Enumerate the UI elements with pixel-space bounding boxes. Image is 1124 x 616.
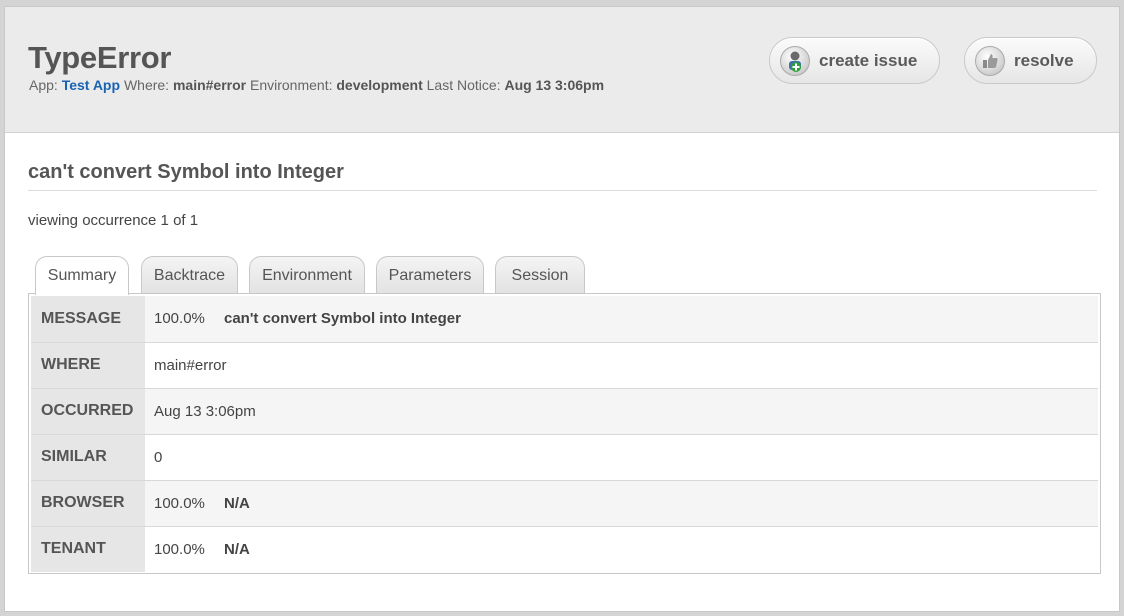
app-label: App: xyxy=(29,77,58,93)
resolve-label: resolve xyxy=(1014,50,1074,70)
row-value: 100.0% N/A xyxy=(145,526,1098,572)
table-row: WHERE main#error xyxy=(31,342,1098,388)
create-issue-button[interactable]: create issue xyxy=(769,37,940,84)
row-value-text: N/A xyxy=(224,540,250,558)
where-label: Where: xyxy=(123,77,170,93)
row-percent: 100.0% xyxy=(154,540,205,558)
environment-label: Environment: xyxy=(250,77,333,93)
row-key: WHERE xyxy=(31,342,145,388)
row-percent: 100.0% xyxy=(154,494,205,512)
error-page: TypeError App: Test App Where: main#erro… xyxy=(4,6,1120,612)
row-key: SIMILAR xyxy=(31,434,145,480)
row-value: 0 xyxy=(145,434,1098,480)
tab-session[interactable]: Session xyxy=(495,256,585,294)
row-key: TENANT xyxy=(31,526,145,572)
thumbs-up-icon xyxy=(975,45,1005,76)
last-notice-label: Last Notice: xyxy=(426,77,501,93)
row-value-text: N/A xyxy=(224,494,250,512)
summary-table: MESSAGE 100.0% can't convert Symbol into … xyxy=(28,293,1101,574)
table-row: MESSAGE 100.0% can't convert Symbol into … xyxy=(31,296,1098,342)
error-message-heading: can't convert Symbol into Integer xyxy=(28,161,344,183)
tab-backtrace[interactable]: Backtrace xyxy=(141,256,238,294)
tab-environment[interactable]: Environment xyxy=(249,256,365,294)
table-row: BROWSER 100.0% N/A xyxy=(31,480,1098,526)
row-value: 100.0% N/A xyxy=(145,480,1098,526)
row-value: Aug 13 3:06pm xyxy=(145,388,1098,434)
tab-parameters[interactable]: Parameters xyxy=(376,256,484,294)
divider xyxy=(28,190,1097,191)
row-key: BROWSER xyxy=(31,480,145,526)
create-issue-label: create issue xyxy=(819,50,918,70)
occurrence-counter: viewing occurrence 1 of 1 xyxy=(28,212,199,229)
person-add-icon xyxy=(780,45,810,76)
row-percent: 100.0% xyxy=(154,310,205,328)
table-row: TENANT 100.0% N/A xyxy=(31,526,1098,572)
error-title: TypeError xyxy=(28,40,172,75)
row-key: MESSAGE xyxy=(31,296,145,342)
resolve-button[interactable]: resolve xyxy=(964,37,1097,84)
row-value: 100.0% can't convert Symbol into Integer xyxy=(145,296,1098,342)
tab-summary[interactable]: Summary xyxy=(35,256,129,295)
error-header: TypeError App: Test App Where: main#erro… xyxy=(5,7,1119,133)
environment-value: development xyxy=(336,77,423,93)
app-link[interactable]: Test App xyxy=(62,77,120,93)
row-value-text: can't convert Symbol into Integer xyxy=(224,310,461,328)
error-meta: App: Test App Where: main#error Environm… xyxy=(29,77,604,93)
where-value: main#error xyxy=(172,77,247,93)
row-key: OCCURRED xyxy=(31,388,145,434)
row-value: main#error xyxy=(145,342,1098,388)
table-row: OCCURRED Aug 13 3:06pm xyxy=(31,388,1098,434)
last-notice-value: Aug 13 3:06pm xyxy=(504,77,605,93)
table-row: SIMILAR 0 xyxy=(31,434,1098,480)
